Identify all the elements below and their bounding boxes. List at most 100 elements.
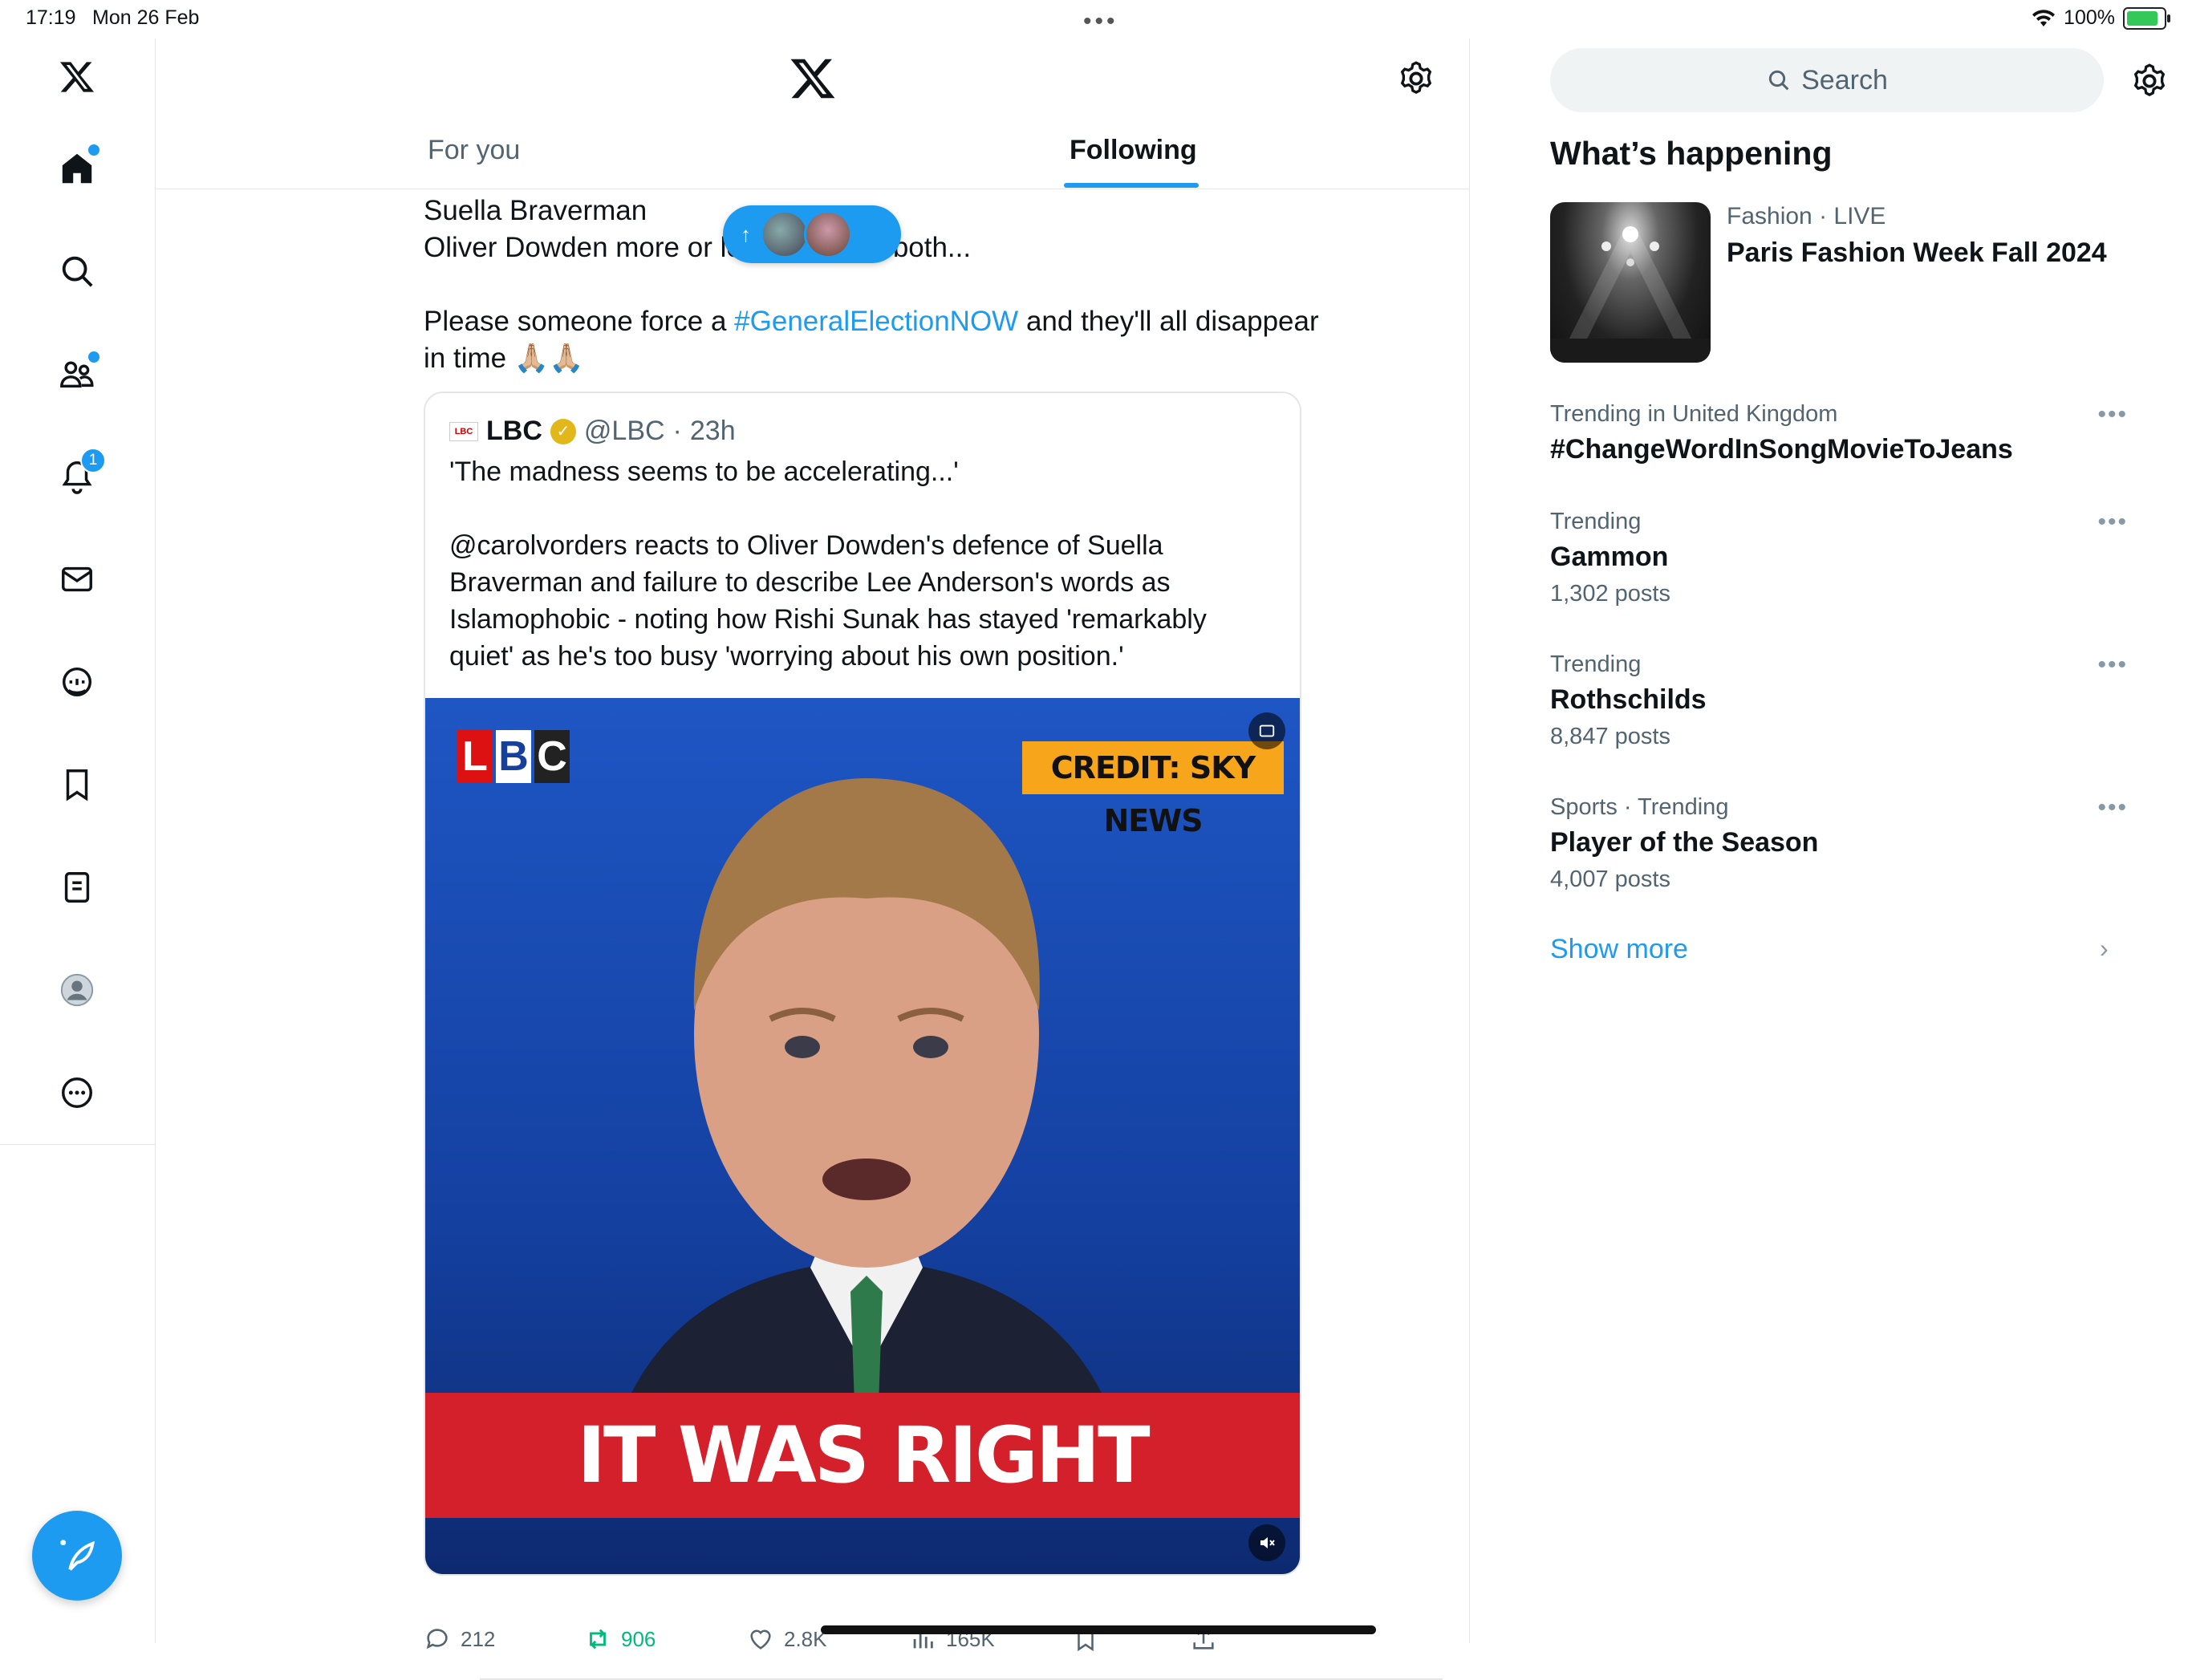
home-unread-dot [88, 144, 99, 156]
fashion-event-title[interactable]: Paris Fashion Week Fall 2024 [1727, 237, 2107, 269]
tweet-text-line: in time 🙏🏼🙏🏼 [424, 343, 584, 374]
trend-post-count: 1,302 posts [1550, 581, 1670, 607]
trend-more-icon[interactable]: ••• [2097, 651, 2128, 679]
whats-happening-heading: What’s happening [1550, 135, 1833, 172]
right-sidebar: Search What’s happening Fashion · LIVE P… [1470, 39, 2192, 1643]
sidebar-divider [0, 1144, 155, 1145]
grok-icon[interactable] [48, 653, 106, 711]
trend-more-icon[interactable]: ••• [2097, 401, 2128, 428]
battery-percent: 100% [2064, 6, 2115, 29]
trend-item[interactable]: Trending in United Kingdom #ChangeWordIn… [1550, 401, 2128, 465]
main-feed: For you Following Suella Braverman Olive… [155, 39, 1470, 1680]
status-right: 100% [2032, 6, 2170, 30]
tweet-text-fragment: Please someone force a [424, 306, 735, 337]
compose-icon [60, 1540, 95, 1571]
trend-post-count: 4,007 posts [1550, 866, 1670, 892]
trend-item[interactable]: Trending Rothschilds 8,847 posts ••• [1550, 651, 2128, 750]
bookmarks-icon[interactable] [48, 756, 106, 814]
chevron-right-icon: › [2100, 934, 2109, 963]
trend-post-count: 8,847 posts [1550, 724, 1670, 749]
like-button[interactable]: 2.8K [747, 1625, 827, 1653]
trend-name: #ChangeWordInSongMovieToJeans [1550, 434, 2013, 465]
compose-button[interactable] [32, 1511, 122, 1601]
logo-letter: L [457, 730, 493, 783]
tweet-text-line: Please someone force a #GeneralElectionN… [424, 303, 1319, 340]
home-icon[interactable] [48, 140, 106, 197]
trend-more-icon[interactable]: ••• [2097, 794, 2128, 822]
tweet-text-fragment: both... [892, 232, 972, 263]
reply-button[interactable]: 212 [424, 1625, 495, 1653]
explore-settings-gear-icon[interactable] [2129, 61, 2170, 101]
lbc-video-logo: L B C [457, 730, 570, 783]
repost-icon [590, 1629, 606, 1650]
repost-button[interactable]: 906 [584, 1625, 656, 1653]
quoted-text-paragraph: @carolvorders reacts to Oliver Dowden's … [449, 530, 1207, 672]
trend-item[interactable]: Sports · Trending Player of the Season 4… [1550, 794, 2128, 893]
new-posts-pill[interactable]: ↑ [723, 205, 901, 263]
notifications-icon[interactable]: 1 [48, 448, 106, 505]
home-indicator[interactable] [821, 1625, 1376, 1634]
separator-dot: · [672, 416, 682, 446]
author-name[interactable]: LBC [486, 416, 542, 447]
avatar [804, 210, 852, 258]
video-settings-icon[interactable] [1248, 712, 1285, 749]
quoted-tweet-text: 'The madness seems to be accelerating...… [449, 453, 1268, 675]
author-handle[interactable]: @LBC [584, 416, 665, 447]
avatar [761, 210, 809, 258]
fashion-category: Fashion [1727, 203, 1812, 229]
trend-item[interactable]: Trending Gammon 1,302 posts ••• [1550, 509, 2128, 607]
more-icon[interactable] [48, 1064, 106, 1122]
lbc-avatar[interactable]: LBC [449, 421, 478, 441]
logo-letter: B [496, 730, 531, 783]
logo-letter: C [534, 730, 570, 783]
trend-name: Gammon [1550, 542, 1669, 572]
status-time: 17:19 [26, 6, 76, 29]
tweet-text-fragment: and they'll all disappear [1018, 306, 1319, 337]
trend-meta: Trending in United Kingdom [1550, 401, 1838, 427]
video-caption-banner: IT WAS RIGHT [425, 1393, 1300, 1518]
multitasking-dots-icon[interactable]: ••• [1083, 8, 1118, 35]
notifications-badge: 1 [80, 448, 106, 473]
search-placeholder: Search [1801, 64, 1888, 95]
show-more-link[interactable]: Show more [1550, 934, 1688, 965]
quoted-tweet[interactable]: LBC LBC ✓ @LBC · 23h 'The madness seems … [424, 392, 1301, 1576]
trend-meta: Trending [1550, 509, 1642, 534]
sidebar: 1 [0, 39, 156, 1643]
quoted-tweet-header: LBC LBC ✓ @LBC · 23h [449, 416, 736, 447]
settings-gear-icon[interactable] [1396, 59, 1436, 99]
status-bar: 17:19 Mon 26 Feb ••• 100% [0, 0, 2192, 39]
trend-meta: Trending [1550, 651, 1642, 677]
x-logo-icon[interactable] [48, 48, 106, 106]
search-icon[interactable] [48, 242, 106, 300]
tab-following[interactable]: Following [1070, 135, 1197, 166]
speaker-figure [610, 778, 1123, 1452]
hashtag-link[interactable]: #GeneralElectionNOW [734, 306, 1018, 337]
repost-count: 906 [621, 1626, 656, 1651]
wifi-icon [2032, 9, 2056, 26]
trend-name: Rothschilds [1550, 684, 1707, 715]
lists-icon[interactable] [48, 858, 106, 916]
post-time[interactable]: 23h [690, 416, 736, 447]
status-date: Mon 26 Feb [92, 6, 200, 29]
fashion-event-image[interactable] [1550, 202, 1711, 363]
quoted-text-paragraph: 'The madness seems to be accelerating...… [449, 457, 959, 487]
search-input[interactable]: Search [1550, 48, 2104, 112]
tweet-text-fragment: Oliver Dowden more or le [424, 232, 742, 263]
video-player[interactable]: L B C CREDIT: SKY NEWS IT WAS RIGHT [425, 698, 1300, 1574]
battery-icon [2123, 6, 2170, 30]
x-logo-icon[interactable] [789, 55, 837, 103]
communities-unread-dot [88, 351, 99, 363]
verified-badge-icon: ✓ [550, 418, 576, 444]
messages-icon[interactable] [48, 550, 106, 608]
active-tab-indicator [1064, 183, 1199, 188]
live-label: LIVE [1833, 203, 1886, 229]
trend-more-icon[interactable]: ••• [2097, 509, 2128, 536]
mute-icon[interactable] [1248, 1524, 1285, 1561]
tab-for-you[interactable]: For you [428, 135, 520, 166]
search-icon [1768, 70, 1789, 91]
profile-icon[interactable] [48, 961, 106, 1019]
communities-icon[interactable] [48, 345, 106, 403]
trend-meta: Sports · Trending [1550, 794, 1729, 820]
arrow-up-icon: ↑ [741, 221, 751, 246]
trend-name: Player of the Season [1550, 827, 1819, 858]
